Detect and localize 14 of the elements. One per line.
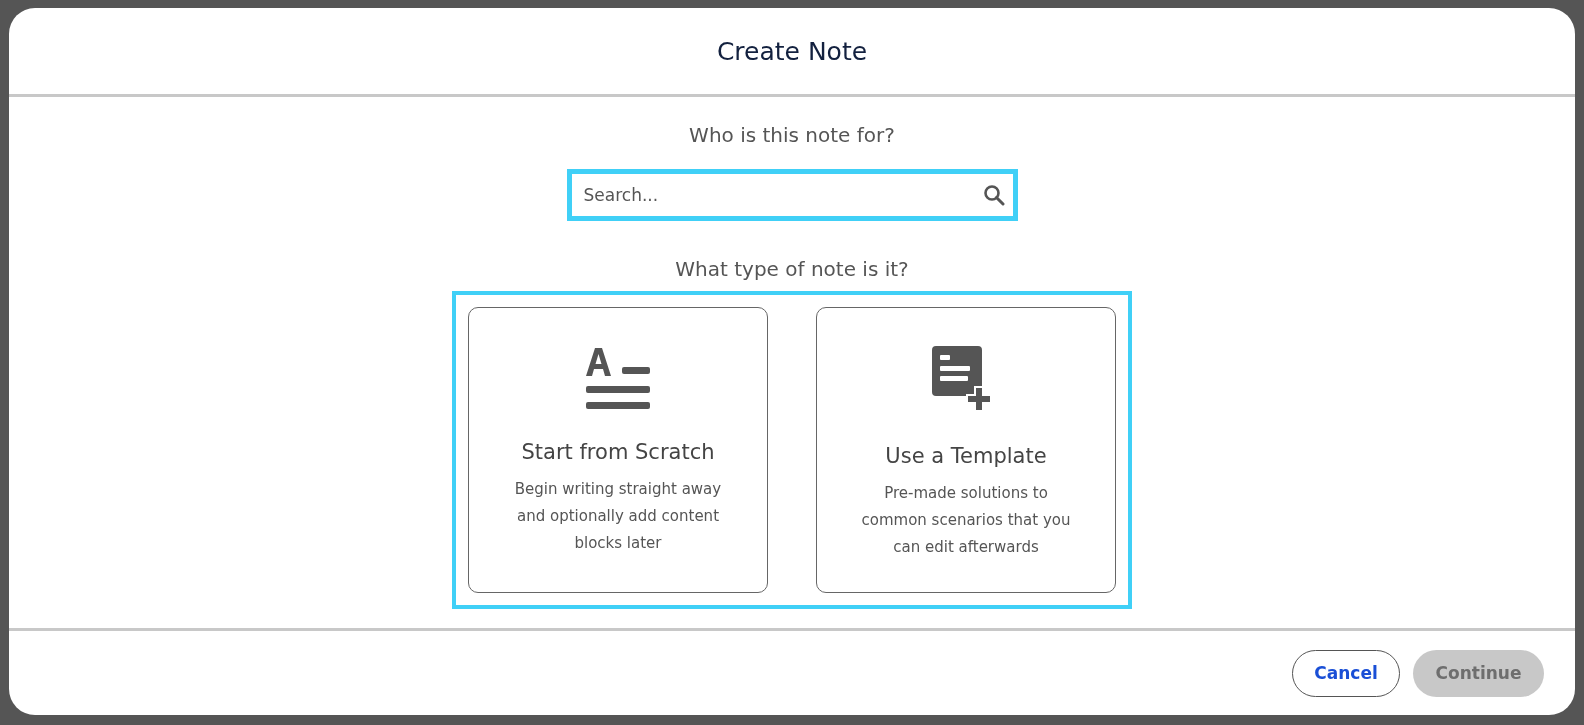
option-card[interactable]: Use a Template Pre-made solutions to common scenarios that you can edit afterwards bbox=[816, 307, 1116, 593]
option-title: Use a Template bbox=[885, 444, 1047, 468]
question-label: Who is this note for? bbox=[689, 123, 895, 147]
option-description: Pre-made solutions to common scenarios that you can edit afterwards bbox=[860, 483, 1072, 558]
search-icon[interactable] bbox=[982, 184, 1005, 206]
option-card[interactable]: Start from Scratch Begin writing straight away and optionally add content blocks later bbox=[468, 307, 768, 593]
search-input[interactable]: Search... bbox=[581, 184, 983, 206]
dialog-title: Create Note bbox=[716, 36, 868, 66]
search-field[interactable]: Search... bbox=[566, 169, 1018, 221]
cancel-button[interactable]: Cancel bbox=[1292, 649, 1400, 697]
question-label: What type of note is it? bbox=[675, 257, 909, 281]
option-description: Begin writing straight away and optionally add content blocks later bbox=[513, 479, 723, 554]
option-title: Start from Scratch bbox=[521, 440, 715, 464]
text-lines-icon bbox=[584, 346, 652, 410]
